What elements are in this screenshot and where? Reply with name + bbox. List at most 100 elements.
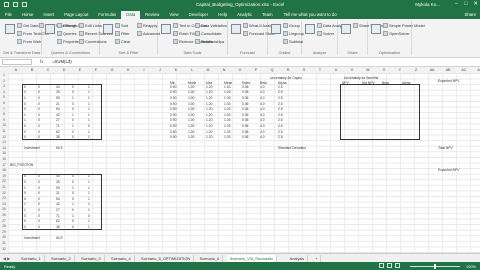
column-header-a[interactable]: A xyxy=(8,68,24,72)
right-table-cell[interactable]: 1.00 xyxy=(188,107,194,111)
right-table-cell[interactable]: 1.20 xyxy=(206,135,212,139)
section2-label[interactable]: BIG_POSITION xyxy=(10,163,33,167)
right-table-cell[interactable]: 0.90 xyxy=(170,90,176,94)
row-header-6[interactable]: 6 xyxy=(0,101,8,105)
row-header-29[interactable]: 29 xyxy=(0,230,8,234)
column-header-f[interactable]: F xyxy=(88,68,104,72)
column-header-n[interactable]: N xyxy=(216,68,232,72)
column-header-r[interactable]: R xyxy=(280,68,296,72)
column-header-h[interactable]: H xyxy=(120,68,136,72)
zoom-slider[interactable] xyxy=(410,264,460,269)
get-data-button[interactable]: Get Data xyxy=(17,23,39,29)
group-icon[interactable] xyxy=(271,24,281,34)
right-table-cell[interactable]: 0.90 xyxy=(170,113,176,117)
share-button[interactable]: Share xyxy=(465,11,480,19)
right-table-cell[interactable]: 1.20 xyxy=(206,124,212,128)
right-table-cell[interactable]: 0.06 xyxy=(242,107,248,111)
standard-deviation-label[interactable]: Standard Deviation xyxy=(278,146,306,150)
right-table-cell[interactable]: 2.5 xyxy=(278,124,283,128)
row-header-13[interactable]: 13 xyxy=(0,140,8,144)
page-layout-view-icon[interactable] xyxy=(387,263,392,268)
row-header-17[interactable]: 17 xyxy=(0,163,8,167)
get-data-icon[interactable] xyxy=(5,24,15,34)
right-table-cell[interactable]: 1.03 xyxy=(224,124,230,128)
sensitivity-title[interactable]: Uncertainty for Benefits xyxy=(344,76,378,80)
sheet-tab-scenario-5-optimization[interactable]: Scenario_5_OPTIMIZATION xyxy=(138,255,195,262)
column-header-ab[interactable]: AB xyxy=(440,68,456,72)
right-table-cell[interactable]: 4.0 xyxy=(260,90,265,94)
flash-fill-button[interactable]: Flash Fill xyxy=(173,31,195,37)
relationships-button[interactable]: Relationships xyxy=(195,39,224,45)
row-header-21[interactable]: 21 xyxy=(0,185,8,189)
right-table-cell[interactable]: 1.00 xyxy=(188,124,194,128)
minimize-button[interactable]: – xyxy=(455,1,458,7)
sheet-tab-scenario-6[interactable]: Scenario_6 xyxy=(197,255,224,262)
row-header-4[interactable]: 4 xyxy=(0,90,8,94)
right-table-cell[interactable]: 0.90 xyxy=(170,107,176,111)
data-validation-button[interactable]: Data Validation xyxy=(195,23,227,29)
table1-summary-label[interactable]: Investment xyxy=(24,146,40,150)
page-break-view-icon[interactable] xyxy=(395,263,400,268)
clear-button[interactable]: Clear xyxy=(115,39,130,45)
right-table-cell[interactable]: 2.5 xyxy=(278,135,283,139)
expected-npv-label[interactable]: Expected NPV xyxy=(438,79,459,83)
right-table-cell[interactable]: 0.90 xyxy=(170,102,176,106)
right-table-cell[interactable]: 1.00 xyxy=(188,90,194,94)
column-header-y[interactable]: Y xyxy=(392,68,408,72)
row-header-12[interactable]: 12 xyxy=(0,135,8,139)
zoom-level[interactable]: 100% xyxy=(466,264,476,269)
right-table-cell[interactable]: 2.5 xyxy=(278,130,283,134)
text-to-columns-icon[interactable] xyxy=(161,24,171,34)
group-button[interactable]: Group xyxy=(283,23,300,29)
right-table-cell[interactable]: 4.0 xyxy=(260,107,265,111)
right-table-cell[interactable]: 0.06 xyxy=(242,90,248,94)
queries-button[interactable]: Queries xyxy=(57,31,77,37)
column-header-d[interactable]: D xyxy=(56,68,72,72)
row-header-28[interactable]: 28 xyxy=(0,224,8,228)
column-header-c[interactable]: C xyxy=(40,68,56,72)
row-header-9[interactable]: 9 xyxy=(0,118,8,122)
column-header-e[interactable]: E xyxy=(72,68,88,72)
right-table-cell[interactable]: 1.20 xyxy=(206,90,212,94)
right-table-cell[interactable]: 4.0 xyxy=(260,96,265,100)
tab-file[interactable]: File xyxy=(0,11,17,19)
tell-me-box[interactable]: Tell me what you want to do xyxy=(284,11,337,19)
right-table-cell[interactable]: 4.0 xyxy=(260,102,265,106)
right-table-cell[interactable]: 1.20 xyxy=(206,102,212,106)
column-header-z[interactable]: Z xyxy=(408,68,424,72)
right-table-cell[interactable]: 4.0 xyxy=(260,135,265,139)
right-table-cell[interactable]: 0.06 xyxy=(242,124,248,128)
sheet-tab-scenario-3[interactable]: Scenario_3 xyxy=(78,255,105,262)
tab-data[interactable]: Data xyxy=(121,11,141,19)
right-table-cell[interactable]: 0.90 xyxy=(170,135,176,139)
right-table-cell[interactable]: 2.5 xyxy=(278,96,283,100)
name-box[interactable] xyxy=(2,59,32,65)
share-workbook-icon[interactable] xyxy=(341,24,351,34)
row-header-26[interactable]: 26 xyxy=(0,213,8,217)
column-header-t[interactable]: T xyxy=(312,68,328,72)
subtotal-button[interactable]: Subtotal xyxy=(283,39,303,45)
row-header-14[interactable]: 14 xyxy=(0,146,8,150)
sheet-tab-scenario-1[interactable]: Scenario_1 xyxy=(18,255,45,262)
tab-review[interactable]: Review xyxy=(140,11,164,19)
right-table-cell[interactable]: 1.03 xyxy=(224,90,230,94)
right-table-cell[interactable]: 1.00 xyxy=(188,102,194,106)
right-table-cell[interactable]: 4.0 xyxy=(260,124,265,128)
formula-input[interactable]: =SUM(L3) xyxy=(52,59,72,64)
right-table-cell[interactable]: 1.20 xyxy=(206,118,212,122)
filter-button[interactable]: Filter xyxy=(115,31,130,37)
solver-button[interactable]: Solver xyxy=(317,31,334,37)
right-table-cell[interactable]: 1.03 xyxy=(224,102,230,106)
row-header-1[interactable]: 1 xyxy=(0,73,8,77)
data-analysis-icon[interactable] xyxy=(305,24,315,34)
right-table-cell[interactable]: 4.0 xyxy=(260,130,265,134)
sheet-tab-scenario-2[interactable]: Scenario_2 xyxy=(48,255,75,262)
right-table-cell[interactable]: 0.06 xyxy=(242,118,248,122)
right-table-cell[interactable]: 2.5 xyxy=(278,85,283,89)
tab-analytic[interactable]: Analytic xyxy=(232,11,257,19)
column-header-q[interactable]: Q xyxy=(264,68,280,72)
tab-formulas[interactable]: Formulas xyxy=(93,11,121,19)
right-table-cell[interactable]: 2.5 xyxy=(278,118,283,122)
maximize-button[interactable]: □ xyxy=(464,1,467,7)
column-header-j[interactable]: J xyxy=(152,68,168,72)
